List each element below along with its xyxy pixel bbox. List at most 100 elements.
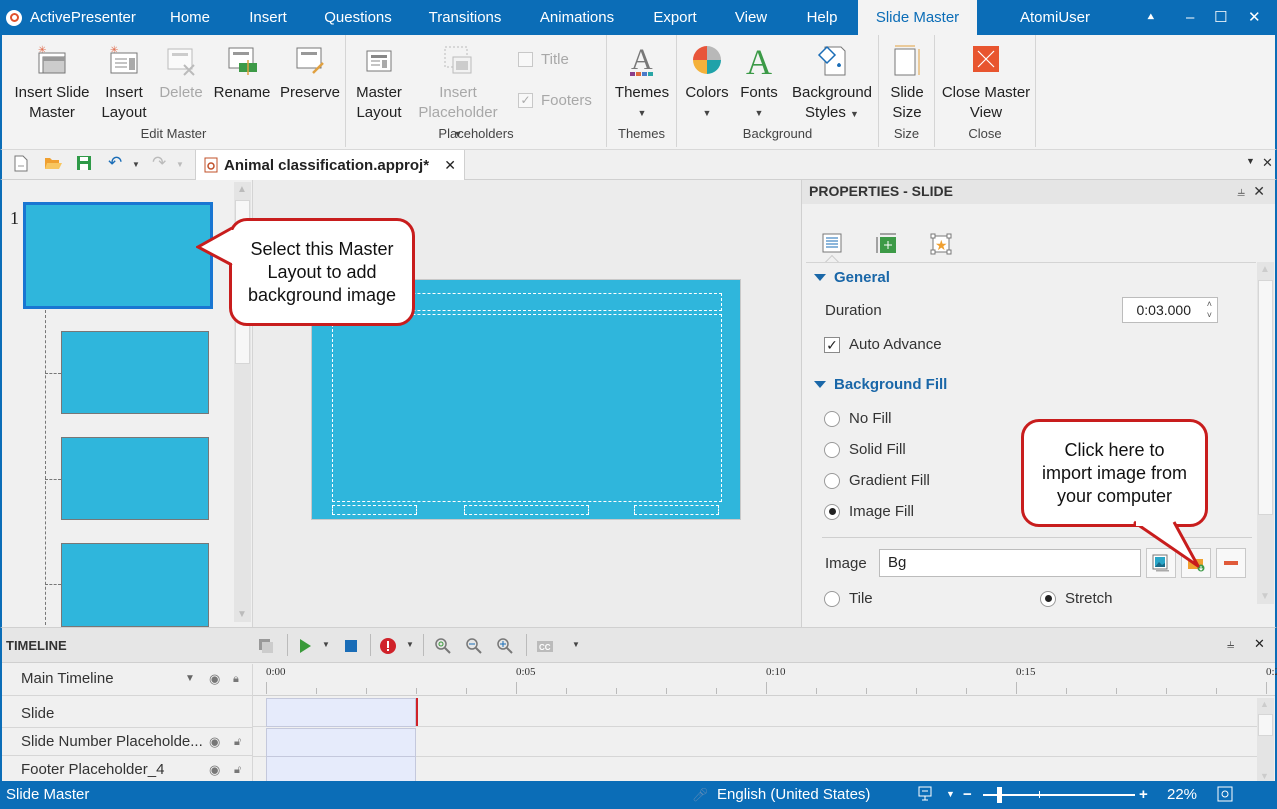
layout-thumbnail-content[interactable]	[61, 437, 209, 520]
redo-icon[interactable]: ↷	[152, 153, 166, 173]
radio-solid-fill[interactable]: Solid Fill	[824, 441, 906, 458]
view-dropdown-icon[interactable]: ▼	[946, 789, 955, 799]
duration-spin-arrows-icon[interactable]: ˄ ˅	[1207, 299, 1212, 321]
captions-dropdown-icon[interactable]: ▼	[572, 640, 590, 658]
maximize-icon[interactable]: ☐	[1214, 0, 1227, 35]
delete-layout-button[interactable]: Delete	[156, 43, 206, 103]
tab-slide-master[interactable]: Slide Master	[858, 0, 977, 35]
select-all-icon[interactable]	[257, 637, 275, 655]
colors-button[interactable]: Colors ▼	[681, 43, 733, 123]
new-file-icon[interactable]	[14, 155, 28, 176]
undo-icon[interactable]: ↶	[108, 153, 122, 173]
close-window-icon[interactable]: ✕	[1248, 0, 1261, 35]
timeline-scrollbar[interactable]: ▲ ▼	[1257, 698, 1274, 782]
fit-to-window-icon[interactable]	[1217, 786, 1233, 806]
colors-dropdown-icon[interactable]: ▼	[681, 103, 733, 123]
record-dropdown-icon[interactable]: ▼	[406, 640, 424, 658]
visibility-eye-icon[interactable]: ◉	[209, 664, 220, 694]
zoom-out-icon[interactable]: −	[963, 786, 972, 803]
timeline-row[interactable]: Slide Number Placeholde... ◉ 🔓︎	[2, 728, 252, 756]
radio-gradient-fill[interactable]: Gradient Fill	[824, 472, 930, 489]
scroll-up-icon[interactable]: ▲	[1260, 264, 1270, 275]
tab-questions[interactable]: Questions	[314, 0, 402, 35]
radio-tile[interactable]: Tile	[824, 590, 873, 607]
status-language[interactable]: English (United States)	[717, 786, 870, 803]
layout-thumbnail-two-content[interactable]	[61, 543, 209, 627]
microphone-icon[interactable]: 🎤︎	[692, 787, 709, 803]
title-checkbox-box[interactable]	[518, 52, 533, 67]
scroll-up-icon[interactable]: ▲	[237, 184, 247, 195]
tab-animations[interactable]: Animations	[530, 0, 624, 35]
footer-placeholder[interactable]	[464, 505, 589, 515]
main-timeline-row[interactable]: Main Timeline ▼ ◉ 🔒︎	[2, 664, 252, 696]
tab-properties-list-icon[interactable]	[822, 233, 842, 253]
slide-number-placeholder[interactable]	[634, 505, 719, 515]
zoom-out-timeline-icon[interactable]	[465, 637, 483, 655]
properties-scrollbar-thumb[interactable]	[1258, 280, 1273, 515]
close-timeline-icon[interactable]: ✕	[1254, 636, 1265, 652]
radio-stretch-button[interactable]	[1040, 590, 1056, 607]
pin-timeline-icon[interactable]: ⫨	[1227, 636, 1234, 652]
radio-no-fill-button[interactable]	[824, 410, 840, 427]
date-placeholder[interactable]	[332, 505, 417, 515]
open-folder-icon[interactable]	[44, 155, 62, 175]
close-all-tabs-icon[interactable]: ✕	[1262, 155, 1273, 171]
timeline-clip[interactable]	[266, 698, 416, 727]
timeline-clip[interactable]	[266, 728, 416, 757]
zoom-in-timeline-icon[interactable]	[496, 637, 514, 655]
slide-master-thumbnail[interactable]	[23, 202, 213, 309]
redo-dropdown-icon[interactable]: ▼	[176, 160, 184, 169]
playhead-end-marker[interactable]	[416, 698, 418, 726]
slide-size-button[interactable]: Slide Size	[883, 43, 931, 123]
background-styles-dropdown-icon[interactable]: ▼	[850, 109, 859, 119]
tab-transitions[interactable]: Transitions	[420, 0, 510, 35]
unlock-icon[interactable]: 🔓︎	[234, 728, 241, 756]
radio-no-fill[interactable]: No Fill	[824, 410, 892, 427]
scroll-down-icon[interactable]: ▼	[1260, 771, 1269, 781]
tab-export[interactable]: Export	[645, 0, 705, 35]
scroll-down-icon[interactable]: ▼	[1260, 591, 1270, 602]
scroll-up-icon[interactable]: ▲	[1260, 699, 1269, 709]
title-checkbox[interactable]: Title	[518, 51, 569, 68]
duration-spinner[interactable]: 0:03.000 ˄ ˅	[1122, 297, 1218, 323]
auto-advance-checkbox-box[interactable]: ✓	[824, 336, 840, 353]
pin-panel-icon[interactable]: ⫨	[1237, 180, 1245, 202]
play-dropdown-icon[interactable]: ▼	[322, 640, 340, 658]
fonts-dropdown-icon[interactable]: ▼	[735, 103, 783, 123]
presentation-view-icon[interactable]	[918, 786, 932, 806]
tab-view[interactable]: View	[725, 0, 777, 35]
tab-insert[interactable]: Insert	[240, 0, 296, 35]
footers-checkbox-box[interactable]: ✓	[518, 93, 533, 108]
auto-advance-checkbox[interactable]: ✓ Auto Advance	[824, 336, 942, 353]
close-master-view-button[interactable]: Close Master View	[939, 43, 1033, 123]
close-tab-icon[interactable]: ✕	[444, 157, 456, 174]
timeline-row[interactable]: Slide	[2, 700, 252, 728]
zoom-fit-icon[interactable]	[434, 637, 452, 655]
timeline-ruler[interactable]: 0:00 0:05 0:10 0:15 0:20	[253, 664, 1277, 696]
close-panel-icon[interactable]: ✕	[1253, 180, 1265, 202]
main-timeline-dropdown-icon[interactable]: ▼	[185, 664, 195, 694]
minimize-icon[interactable]: –	[1186, 0, 1194, 35]
collapse-ribbon-icon[interactable]: ⯅	[1146, 0, 1156, 35]
collapse-general-icon[interactable]	[814, 274, 826, 281]
timeline-clip[interactable]	[266, 756, 416, 783]
unlock-icon[interactable]: 🔓︎	[234, 756, 241, 784]
zoom-in-icon[interactable]: +	[1139, 786, 1148, 803]
content-placeholder[interactable]	[332, 314, 722, 502]
lock-icon[interactable]: 🔒︎	[233, 664, 239, 694]
collapse-background-fill-icon[interactable]	[814, 381, 826, 388]
rename-button[interactable]: Rename	[212, 43, 272, 103]
scroll-down-icon[interactable]: ▼	[237, 609, 247, 620]
remove-image-button[interactable]	[1216, 548, 1246, 578]
fonts-button[interactable]: A Fonts ▼	[735, 42, 783, 123]
timeline-scrollbar-thumb[interactable]	[1258, 714, 1273, 736]
tab-home[interactable]: Home	[158, 0, 222, 35]
visibility-eye-icon[interactable]: ◉	[209, 756, 220, 784]
section-background-fill[interactable]: Background Fill	[814, 376, 947, 393]
record-icon[interactable]	[379, 637, 397, 655]
image-name-field[interactable]: Bg	[879, 549, 1141, 577]
tab-size-position-icon[interactable]	[876, 233, 896, 253]
section-general[interactable]: General	[814, 269, 890, 286]
tab-help[interactable]: Help	[796, 0, 848, 35]
stop-icon[interactable]	[342, 637, 360, 655]
